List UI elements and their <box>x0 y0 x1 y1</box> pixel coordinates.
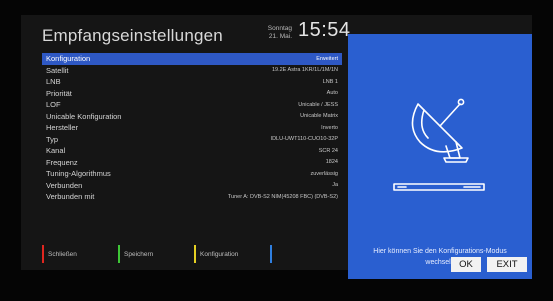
settings-row[interactable]: Frequenz 1824 <box>42 157 342 169</box>
settings-row[interactable]: LNB LNB 1 <box>42 76 342 88</box>
tv-screen: Empfangseinstellungen Sonntag 21. Mai. 1… <box>0 0 553 301</box>
settings-row[interactable]: Hersteller Inverto <box>42 122 342 134</box>
settings-row[interactable]: Priorität Auto <box>42 88 342 100</box>
exit-button[interactable]: EXIT <box>487 257 527 272</box>
settings-row-label: Frequenz <box>46 157 78 167</box>
settings-row[interactable]: Satellit 19.2E Astra 1KR/1L/1M/1N <box>42 65 342 77</box>
settings-row-value: 1824 <box>325 159 338 166</box>
settings-row-label: LNB <box>46 77 61 87</box>
settings-row-label: Satellit <box>46 65 69 75</box>
ok-button[interactable]: OK <box>451 257 481 272</box>
green-key-save[interactable]: Speichern <box>118 245 153 263</box>
satellite-dish-receiver-icon <box>393 98 485 191</box>
red-key-close[interactable]: Schließen <box>42 245 77 263</box>
settings-row-label: Tuning-Algorithmus <box>46 169 111 179</box>
settings-list: Konfiguration Erweitert Satellit 19.2E Astr… <box>42 53 342 203</box>
settings-row-label: Verbunden <box>46 180 83 190</box>
red-key-indicator <box>42 245 44 263</box>
green-key-label: Speichern <box>124 250 154 258</box>
settings-row[interactable]: Kanal SCR 24 <box>42 145 342 157</box>
settings-row-label: Typ <box>46 134 59 144</box>
red-key-label: Schließen <box>48 250 77 258</box>
yellow-key-label: Konfiguration <box>200 250 239 258</box>
date-label: 21. Mai. <box>268 33 292 40</box>
clock: 15:54 <box>298 19 351 41</box>
settings-row-value: Unicable Matrix <box>300 113 338 120</box>
settings-row[interactable]: Konfiguration Erweitert <box>42 53 342 65</box>
settings-row-value: Erweitert <box>316 55 338 62</box>
settings-row-value: zuverlässig <box>310 170 338 177</box>
settings-row[interactable]: Tuning-Algorithmus zuverlässig <box>42 168 342 180</box>
page-title: Empfangseinstellungen <box>42 26 223 45</box>
settings-row-value: Ja <box>332 182 338 189</box>
settings-row-label: Priorität <box>46 88 72 98</box>
yellow-key-configuration[interactable]: Konfiguration <box>194 245 238 263</box>
settings-row-value: 19.2E Astra 1KR/1L/1M/1N <box>271 67 338 74</box>
settings-row-label: Verbunden mit <box>46 192 95 202</box>
blue-key-indicator <box>270 245 272 263</box>
weekday-label: Sonntag <box>267 25 292 32</box>
settings-row[interactable]: Verbunden Ja <box>42 180 342 192</box>
settings-row-label: Hersteller <box>46 123 79 133</box>
settings-row-value: Tuner A: DVB-S2 NIM(45208 FBC) (DVB-S2) <box>227 193 338 200</box>
settings-row-label: Kanal <box>46 146 66 156</box>
settings-row-value: Inverto <box>321 124 338 131</box>
settings-row[interactable]: LOF Unicable / JESS <box>42 99 342 111</box>
settings-row-value: Unicable / JESS <box>298 101 338 108</box>
settings-row-label: Unicable Konfiguration <box>46 111 122 121</box>
settings-row[interactable]: Verbunden mit Tuner A: DVB-S2 NIM(45208 F… <box>42 191 342 203</box>
settings-row[interactable]: Unicable Konfiguration Unicable Matrix <box>42 111 342 123</box>
yellow-key-indicator <box>194 245 196 263</box>
blue-key[interactable] <box>270 245 276 263</box>
settings-row-label: Konfiguration <box>46 54 91 64</box>
settings-row[interactable]: Typ IDLU-UWT110-CUO10-32P <box>42 134 342 146</box>
settings-row-value: SCR 24 <box>318 147 338 154</box>
settings-row-value: IDLU-UWT110-CUO10-32P <box>270 136 338 143</box>
settings-row-label: LOF <box>46 100 61 110</box>
green-key-indicator <box>118 245 120 263</box>
settings-row-value: Auto <box>326 90 338 97</box>
date-display: Sonntag 21. Mai. <box>262 25 292 41</box>
settings-row-value: LNB 1 <box>322 78 338 85</box>
info-panel: Hier können Sie den Konfigurations-Modus… <box>348 34 532 279</box>
